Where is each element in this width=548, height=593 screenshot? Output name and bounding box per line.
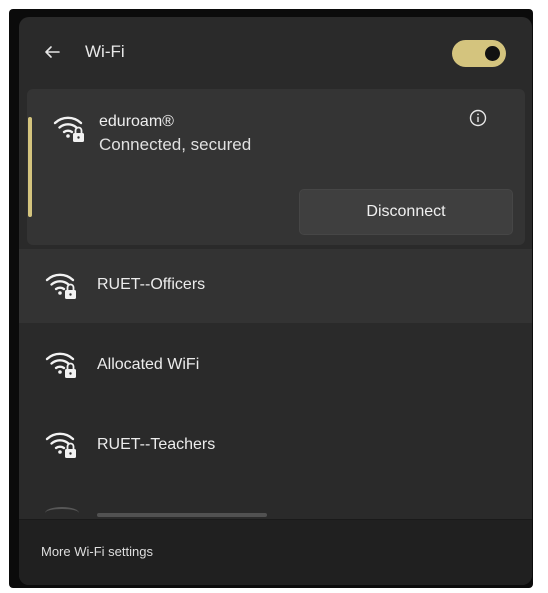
connection-status: Connected, secured	[99, 135, 252, 154]
network-info-button[interactable]	[467, 107, 489, 129]
wifi-secured-icon	[53, 111, 87, 145]
wifi-flyout: Wi-Fi eduroam® Connected, secured Discon…	[19, 17, 532, 585]
wifi-secured-icon	[45, 427, 79, 461]
network-name: RUET--Officers	[97, 276, 206, 293]
disconnect-button[interactable]: Disconnect	[299, 189, 513, 235]
page-title: Wi-Fi	[85, 42, 125, 61]
network-name: Allocated WiFi	[97, 356, 200, 373]
more-wifi-settings-link[interactable]: More Wi-Fi settings	[41, 544, 153, 559]
connected-network-name: eduroam®	[99, 113, 174, 130]
toggle-knob	[485, 46, 500, 61]
flyout-footer: More Wi-Fi settings	[19, 519, 532, 585]
connected-network-card[interactable]: eduroam® Connected, secured Disconnect	[27, 89, 525, 245]
wifi-secured-icon	[45, 347, 79, 381]
network-item-ruet-teachers[interactable]: RUET--Teachers	[19, 410, 532, 484]
info-icon	[469, 109, 487, 127]
network-item-allocated-wifi[interactable]: Allocated WiFi	[19, 330, 532, 404]
back-arrow-icon	[45, 46, 60, 58]
wifi-header: Wi-Fi	[19, 17, 532, 87]
selection-indicator	[28, 117, 32, 217]
network-name: RUET--Teachers	[97, 436, 216, 453]
network-item-ruet-officers[interactable]: RUET--Officers	[19, 249, 532, 323]
wifi-secured-icon	[45, 268, 79, 302]
truncated-network-name	[97, 513, 267, 517]
wifi-icon	[45, 507, 79, 519]
back-button[interactable]	[39, 39, 65, 65]
wifi-toggle[interactable]	[452, 40, 506, 67]
